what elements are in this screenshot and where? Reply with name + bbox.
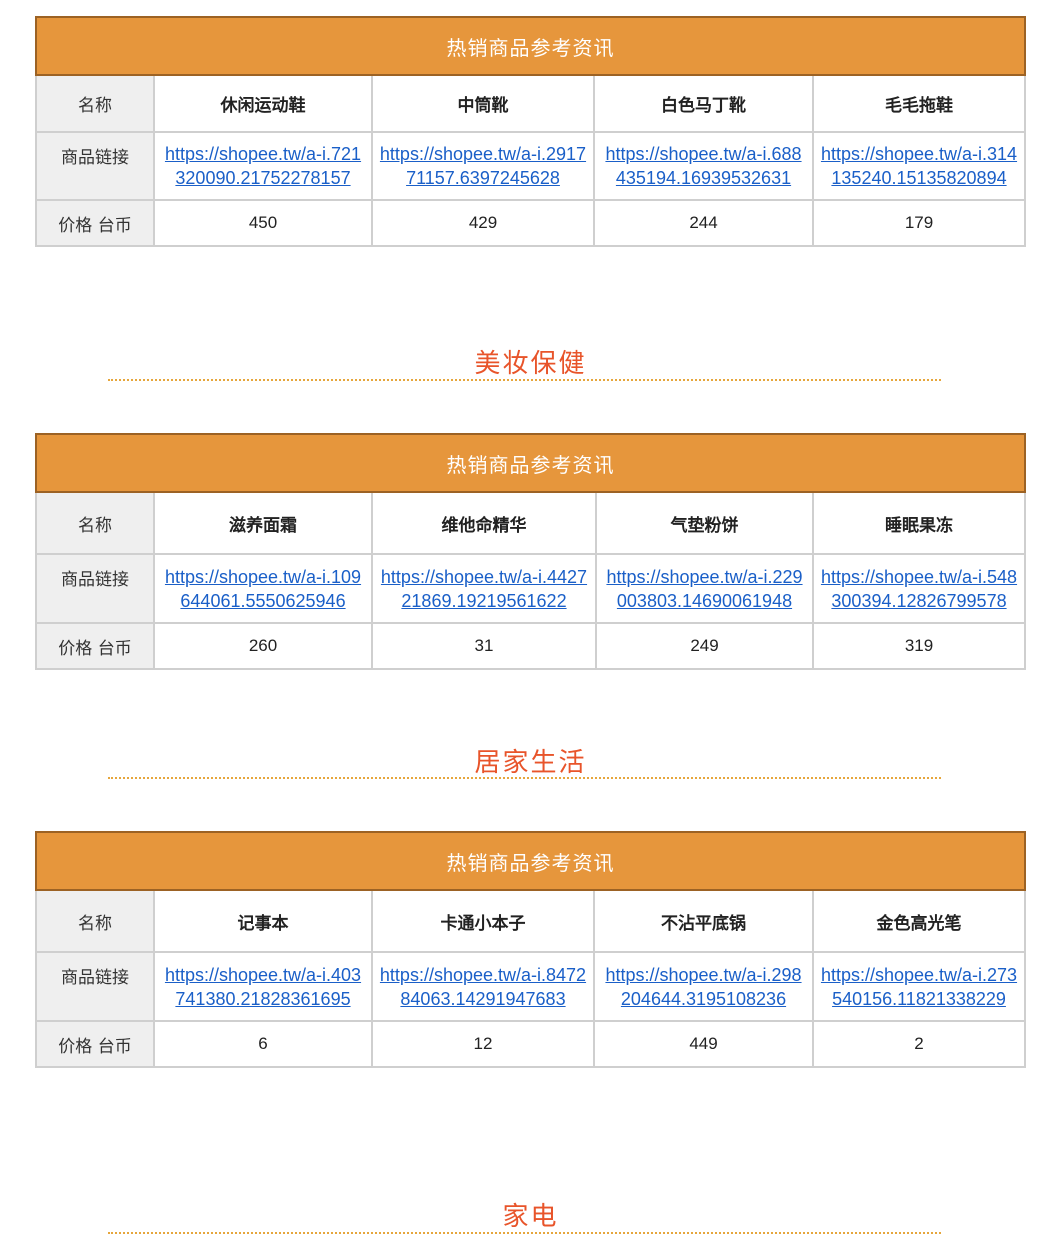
row-label-name: 名称 (35, 889, 155, 953)
row-label-price: 价格 台币 (35, 1020, 155, 1068)
product-price: 429 (371, 199, 595, 247)
product-name: 毛毛拖鞋 (812, 74, 1026, 133)
product-price: 249 (595, 622, 814, 670)
product-link[interactable]: https://shopee.tw/a-i.109644061.55506259… (155, 565, 371, 613)
table-header: 热销商品参考资讯 (35, 16, 1026, 76)
product-table-2: 热销商品参考资讯 名称 滋养面霜 维他命精华 气垫粉饼 睡眠果冻 商品链接 ht… (35, 433, 1026, 670)
product-name: 休闲运动鞋 (153, 74, 373, 133)
product-link[interactable]: https://shopee.tw/a-i.721320090.21752278… (155, 142, 371, 190)
product-price: 2 (812, 1020, 1026, 1068)
section-divider (108, 379, 941, 381)
row-label-link: 商品链接 (35, 553, 155, 624)
product-price: 450 (153, 199, 373, 247)
product-price: 31 (371, 622, 597, 670)
product-price: 6 (153, 1020, 373, 1068)
product-price: 260 (153, 622, 373, 670)
product-name: 白色马丁靴 (593, 74, 814, 133)
product-link[interactable]: https://shopee.tw/a-i.291771157.63972456… (373, 142, 593, 190)
product-name: 中筒靴 (371, 74, 595, 133)
product-name: 滋养面霜 (153, 491, 373, 555)
product-price: 449 (593, 1020, 814, 1068)
table-header: 热销商品参考资讯 (35, 433, 1026, 493)
product-price: 319 (812, 622, 1026, 670)
product-link[interactable]: https://shopee.tw/a-i.314135240.15135820… (814, 142, 1024, 190)
row-label-price: 价格 台币 (35, 199, 155, 247)
product-link[interactable]: https://shopee.tw/a-i.273540156.11821338… (814, 963, 1024, 1011)
section-title: 家电 (502, 1202, 559, 1232)
section-title: 美妆保健 (474, 349, 587, 379)
row-label-name: 名称 (35, 491, 155, 555)
section-divider (108, 777, 941, 779)
product-price: 244 (593, 199, 814, 247)
product-link[interactable]: https://shopee.tw/a-i.548300394.12826799… (814, 565, 1024, 613)
table-header: 热销商品参考资讯 (35, 831, 1026, 891)
row-label-price: 价格 台币 (35, 622, 155, 670)
product-name: 维他命精华 (371, 491, 597, 555)
product-name: 金色高光笔 (812, 889, 1026, 953)
product-link[interactable]: https://shopee.tw/a-i.403741380.21828361… (155, 963, 371, 1011)
section-title: 居家生活 (474, 748, 587, 778)
section-divider (108, 1232, 941, 1234)
row-label-link: 商品链接 (35, 951, 155, 1022)
product-link[interactable]: https://shopee.tw/a-i.442721869.19219561… (373, 565, 595, 613)
product-link[interactable]: https://shopee.tw/a-i.229003803.14690061… (597, 565, 812, 613)
product-name: 记事本 (153, 889, 373, 953)
product-name: 睡眠果冻 (812, 491, 1026, 555)
product-name: 气垫粉饼 (595, 491, 814, 555)
product-table-1: 热销商品参考资讯 名称 休闲运动鞋 中筒靴 白色马丁靴 毛毛拖鞋 商品链接 ht… (35, 16, 1026, 247)
product-name: 卡通小本子 (371, 889, 595, 953)
product-price: 12 (371, 1020, 595, 1068)
product-link[interactable]: https://shopee.tw/a-i.298204644.31951082… (595, 963, 812, 1011)
product-price: 179 (812, 199, 1026, 247)
product-link[interactable]: https://shopee.tw/a-i.688435194.16939532… (595, 142, 812, 190)
product-name: 不沾平底锅 (593, 889, 814, 953)
row-label-name: 名称 (35, 74, 155, 133)
product-link[interactable]: https://shopee.tw/a-i.847284063.14291947… (373, 963, 593, 1011)
row-label-link: 商品链接 (35, 131, 155, 201)
product-table-3: 热销商品参考资讯 名称 记事本 卡通小本子 不沾平底锅 金色高光笔 商品链接 h… (35, 831, 1026, 1068)
